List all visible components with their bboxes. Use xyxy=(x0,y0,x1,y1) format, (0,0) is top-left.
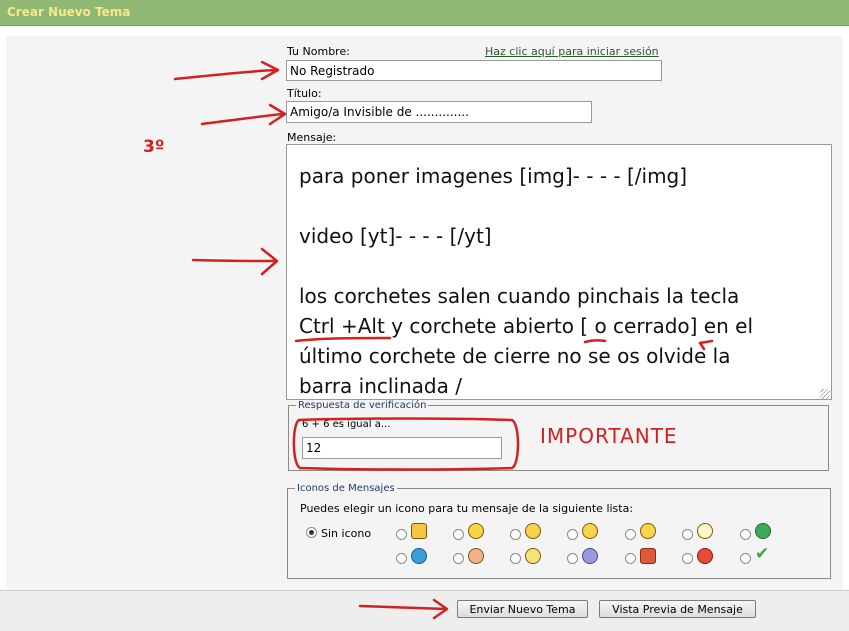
important-annotation: IMPORTANTE xyxy=(540,424,678,448)
annotation-layer xyxy=(173,60,714,620)
arrow-to-submit xyxy=(358,598,449,620)
arrow-to-name xyxy=(173,60,280,81)
step-annotation: 3º xyxy=(143,137,165,157)
arrow-to-title xyxy=(200,103,287,126)
underline-ctrl-alt xyxy=(294,336,392,343)
verification-circle xyxy=(292,417,520,471)
underline-cierre xyxy=(698,341,706,351)
underline-bracket-close xyxy=(698,339,714,345)
arrow-to-message xyxy=(191,247,279,276)
underline-bracket-open xyxy=(583,339,607,344)
